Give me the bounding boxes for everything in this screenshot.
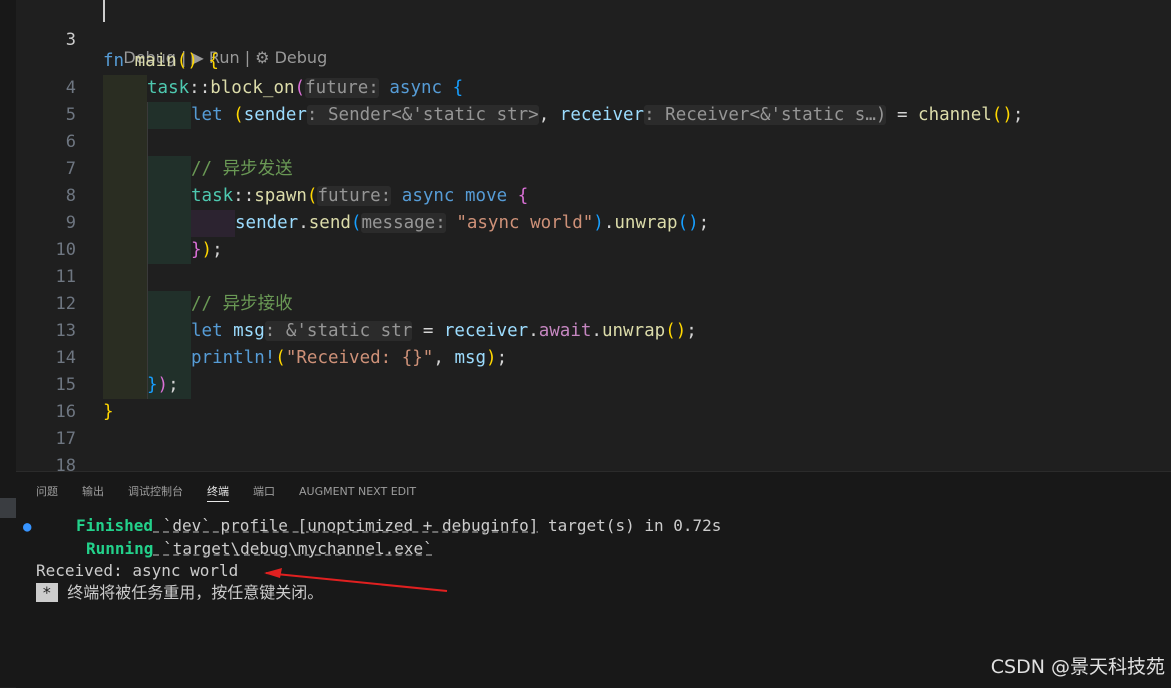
panel-marker: [0, 498, 16, 518]
code-line-5[interactable]: 5 task::block_on(future: async {: [16, 75, 1171, 125]
code-text: fn main() {: [103, 51, 219, 71]
code-line-6[interactable]: 6 let (sender: Sender<&'static str>, rec…: [16, 102, 1171, 152]
terminal-line-output: Received: async world: [36, 561, 239, 580]
code-line-17[interactable]: 17 }: [16, 399, 1171, 449]
code-line-16[interactable]: 16 });: [16, 372, 1171, 422]
code-comment: // 异步接收: [191, 294, 293, 314]
code-line-10[interactable]: 10 sender.send(message: "async world").u…: [16, 210, 1171, 260]
code-text: sender.send(message: "async world").unwr…: [235, 213, 710, 233]
code-text: let msg: &'static str = receiver.await.u…: [191, 321, 697, 341]
red-arrow-annotation: [264, 568, 448, 592]
terminal-line-finished: Finished `dev` profile [unoptimized + de…: [76, 516, 722, 535]
code-text: }: [103, 402, 114, 422]
code-line-7[interactable]: 7: [16, 129, 1171, 179]
code-line-9[interactable]: 9 task::spawn(future: async move {: [16, 183, 1171, 233]
code-line-15[interactable]: 15 println!("Received: {}", msg);: [16, 345, 1171, 395]
terminal-status-dot: ●: [23, 519, 32, 535]
code-line-12[interactable]: 12: [16, 264, 1171, 314]
code-text: let (sender: Sender<&'static str>, recei…: [191, 105, 1024, 125]
code-line-11[interactable]: 11 });: [16, 237, 1171, 287]
activity-strip: [0, 0, 16, 687]
code-text: task::block_on(future: async {: [147, 78, 464, 98]
code-text: println!("Received: {}", msg);: [191, 348, 508, 368]
code-line-3[interactable]: 3: [16, 0, 1171, 50]
code-line-14[interactable]: 14 let msg: &'static str = receiver.awai…: [16, 318, 1171, 368]
code-text: task::spawn(future: async move {: [191, 186, 529, 206]
code-line-4[interactable]: 4 fn main() {: [16, 48, 1171, 98]
watermark: CSDN @景天科技苑: [990, 656, 1165, 678]
code-line-18[interactable]: 18: [16, 426, 1171, 476]
codelens: Debug | ▶ Run | ⚙ Debug: [123, 48, 328, 67]
code-text: });: [147, 375, 179, 395]
terminal-star-badge: *: [36, 583, 58, 602]
code-comment: // 异步发送: [191, 159, 293, 179]
code-line-8[interactable]: 8 // 异步发送: [16, 156, 1171, 206]
terminal-line-running: Running `target\debug\mychannel.exe`: [86, 539, 433, 558]
code-text: });: [191, 240, 223, 260]
text-cursor: [103, 0, 105, 22]
code-editor[interactable]: 3 Debug | ▶ Run | ⚙ Debug 4 fn main() { …: [16, 0, 1171, 476]
code-line-13[interactable]: 13 // 异步接收: [16, 291, 1171, 341]
